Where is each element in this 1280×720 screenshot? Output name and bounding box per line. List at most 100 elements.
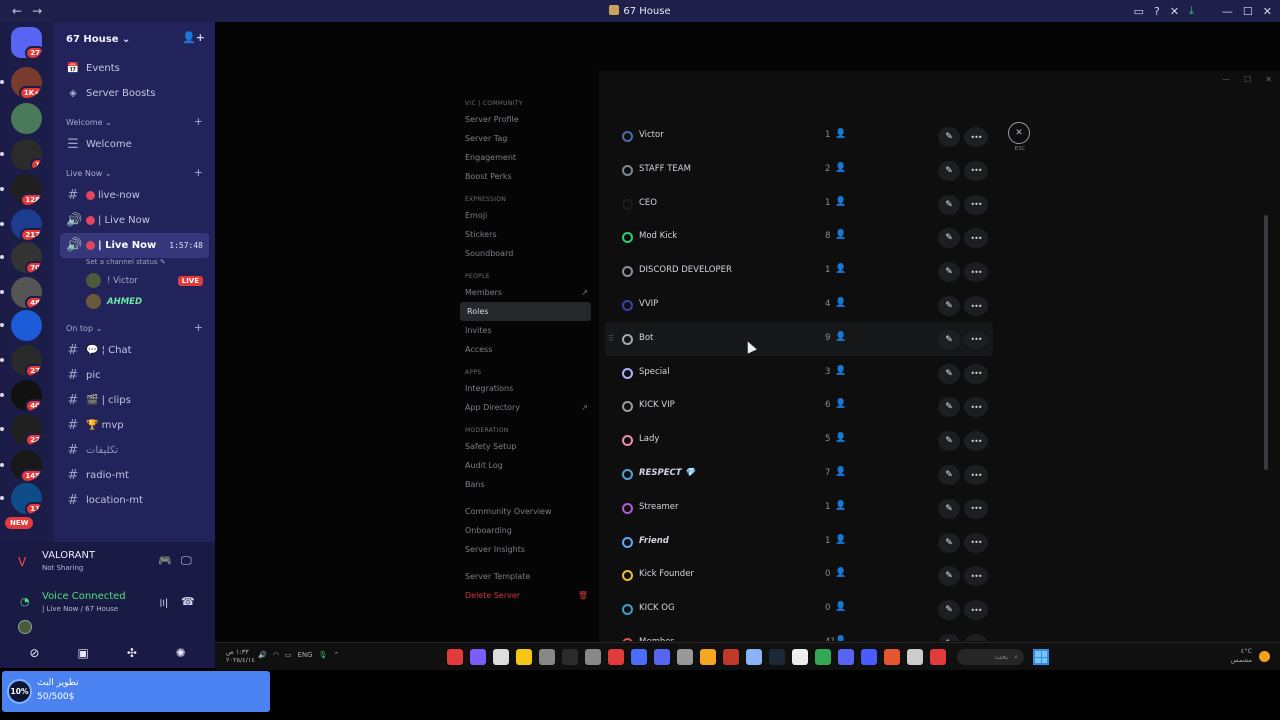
role-row[interactable]: CEO 1 👤 ✎ ••• (605, 187, 993, 221)
channel-live-now-voice-1[interactable]: 🔊 | Live Now (60, 208, 209, 233)
more-options-button[interactable]: ••• (964, 329, 988, 350)
edit-role-button[interactable]: ✎ (938, 634, 960, 641)
more-options-button[interactable]: ••• (964, 363, 988, 384)
server-icon[interactable]: 145 (11, 450, 42, 481)
more-options-button[interactable]: ••• (964, 397, 988, 418)
role-row[interactable]: Special 3 👤 ✎ ••• (605, 356, 993, 390)
settings-item-soundboard[interactable]: Soundboard (458, 244, 598, 263)
minimize-icon[interactable]: — (1222, 5, 1233, 18)
more-options-button[interactable]: ••• (964, 160, 988, 181)
channel-mvp[interactable]: # 🏆 mvp (60, 413, 209, 438)
taskbar-app-icon[interactable] (608, 649, 624, 665)
settings-item-emoji[interactable]: Emoji (458, 206, 598, 225)
category-live-now[interactable]: Live Now ⌄ + (54, 157, 215, 183)
role-row[interactable]: RESPECT 💎 7 👤 ✎ ••• (605, 457, 993, 491)
role-row[interactable]: ⠿ Bot 9 👤 ✎ ••• (605, 321, 993, 356)
taskbar-app-icon[interactable] (746, 649, 762, 665)
taskbar-app-icon[interactable] (562, 649, 578, 665)
settings-item-bans[interactable]: Bans (458, 475, 598, 494)
add-channel-icon[interactable]: + (194, 166, 203, 179)
disconnect-icon[interactable]: ☎ (181, 595, 195, 608)
tools-icon[interactable]: ✕ (1170, 5, 1179, 18)
screen-share-icon[interactable]: ▣ (70, 643, 96, 663)
channel-location-mt[interactable]: # location-mt (60, 488, 209, 513)
voice-connection[interactable]: ◔ Voice Connected | Live Now / 67 House … (10, 587, 205, 623)
taskbar-app-icon[interactable] (838, 649, 854, 665)
more-options-button[interactable]: ••• (964, 127, 988, 147)
edit-role-button[interactable]: ✎ (938, 532, 960, 553)
voice-user[interactable]: ! Victor LIVE (54, 270, 215, 291)
more-options-button[interactable]: ••• (964, 532, 988, 553)
server-icon[interactable] (11, 310, 42, 341)
taskbar-app-icon[interactable] (539, 649, 555, 665)
role-row[interactable]: KICK VIP 6 👤 ✎ ••• (605, 389, 993, 423)
settings-item-server-template[interactable]: Server Template (458, 567, 598, 586)
edit-role-button[interactable]: ✎ (938, 194, 960, 215)
chevron-up-icon[interactable]: ⌃ (333, 651, 339, 659)
edit-role-button[interactable]: ✎ (938, 127, 960, 147)
server-icon[interactable]: 1 (11, 139, 42, 170)
role-row[interactable]: DISCORD DEVELOPER 1 👤 ✎ ••• (605, 254, 993, 288)
channel-assignments[interactable]: # تكليفات (60, 438, 209, 463)
taskbar-app-icon[interactable] (884, 649, 900, 665)
edit-role-button[interactable]: ✎ (938, 262, 960, 283)
taskbar-app-icon[interactable] (792, 649, 808, 665)
language-indicator[interactable]: ENG (297, 651, 312, 659)
edit-role-button[interactable]: ✎ (938, 296, 960, 316)
role-row[interactable]: KICK OG 0 👤 ✎ ••• (605, 592, 993, 626)
taskbar-app-icon[interactable] (723, 649, 739, 665)
close-icon[interactable]: ✕ (1265, 75, 1272, 84)
settings-item-onboarding[interactable]: Onboarding (458, 521, 598, 540)
more-options-button[interactable]: ••• (964, 228, 988, 249)
edit-role-button[interactable]: ✎ (938, 465, 960, 485)
camera-off-icon[interactable]: ⊘ (21, 643, 47, 663)
server-icon[interactable]: 70 (11, 242, 42, 273)
more-options-button[interactable]: ••• (964, 296, 988, 316)
drag-handle-icon[interactable]: ⠿ (608, 334, 614, 343)
channel-radio-mt[interactable]: # radio-mt (60, 463, 209, 488)
role-row[interactable]: STAFF TEAM 2 👤 ✎ ••• (605, 153, 993, 187)
server-icon[interactable]: 27 (11, 345, 42, 376)
channel-status-prompt[interactable]: Set a channel status ✎ (54, 258, 215, 270)
voice-user[interactable]: AHMED (54, 291, 215, 312)
server-icon[interactable]: 128 (11, 174, 42, 205)
taskbar-app-icon[interactable] (516, 649, 532, 665)
invite-people-icon[interactable]: 👤+ (182, 31, 205, 44)
server-icon[interactable]: 27 (11, 27, 42, 58)
edit-role-button[interactable]: ✎ (938, 228, 960, 249)
back-arrow-icon[interactable]: ← (12, 4, 22, 18)
events-link[interactable]: 📅 Events (54, 56, 215, 81)
role-row[interactable]: Mod Kick 8 👤 ✎ ••• (605, 220, 993, 254)
screen-share-icon[interactable]: 🖵 (181, 554, 192, 568)
settings-item-community-overview[interactable]: Community Overview (458, 502, 598, 521)
soundboard-icon[interactable]: ✺ (168, 643, 194, 663)
more-options-button[interactable]: ••• (964, 600, 988, 621)
more-options-button[interactable]: ••• (964, 465, 988, 485)
settings-item-server-tag[interactable]: Server Tag (458, 129, 598, 148)
settings-item-engagement[interactable]: Engagement (458, 148, 598, 167)
more-options-button[interactable]: ••• (964, 498, 988, 519)
taskbar-app-icon[interactable] (769, 649, 785, 665)
gamepad-icon[interactable]: 🎮 (158, 554, 172, 567)
role-row[interactable]: Streamer 1 👤 ✎ ••• (605, 491, 993, 525)
edit-role-button[interactable]: ✎ (938, 566, 960, 587)
edit-role-button[interactable]: ✎ (938, 498, 960, 519)
settings-item-stickers[interactable]: Stickers (458, 225, 598, 244)
maximize-icon[interactable]: ☐ (1243, 5, 1253, 18)
taskbar-app-icon[interactable] (493, 649, 509, 665)
taskbar-app-icon[interactable] (907, 649, 923, 665)
channel-live-now-voice-2[interactable]: 🔊 | Live Now 1:57:48 (60, 233, 209, 258)
activities-icon[interactable]: ✣ (119, 643, 145, 663)
server-boosts-link[interactable]: ◈ Server Boosts (54, 81, 215, 106)
settings-item-members[interactable]: Members ↗ (458, 283, 598, 302)
channel-clips[interactable]: # 🎬 | clips (60, 388, 209, 413)
more-options-button[interactable]: ••• (964, 566, 988, 587)
edit-role-button[interactable]: ✎ (938, 600, 960, 621)
taskbar-app-icon[interactable] (861, 649, 877, 665)
inbox-icon[interactable]: ▭ (1134, 5, 1144, 18)
role-row[interactable]: Victor 1 👤 ✎ ••• (605, 119, 993, 153)
forward-arrow-icon[interactable]: → (32, 4, 42, 18)
taskbar-app-icon[interactable] (930, 649, 946, 665)
server-icon[interactable]: 48 (11, 277, 42, 308)
edit-role-button[interactable]: ✎ (938, 431, 960, 452)
